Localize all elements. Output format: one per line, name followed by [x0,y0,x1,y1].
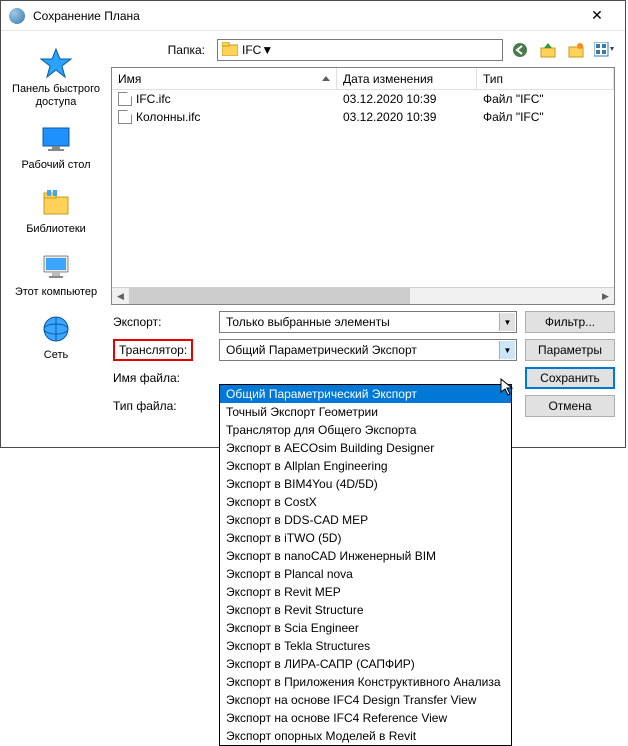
save-dialog: Сохранение Плана ✕ Панель быстрого досту… [0,0,626,448]
col-header-date[interactable]: Дата изменения [337,68,477,90]
star-icon [40,47,72,79]
translator-combo[interactable]: Общий Параметрический Экспорт ▼ [219,339,517,361]
dropdown-option[interactable]: Экспорт опорных Моделей в Revit [220,727,511,745]
file-icon [118,92,132,106]
back-button[interactable] [509,39,531,61]
file-icon [118,110,132,124]
dropdown-option[interactable]: Экспорт в AECOsim Building Designer [220,439,511,457]
dropdown-option[interactable]: Экспорт в iTWO (5D) [220,529,511,547]
dropdown-option[interactable]: Экспорт на основе IFC4 Design Transfer V… [220,691,511,709]
dropdown-option[interactable]: Экспорт в nanoCAD Инженерный BIM [220,547,511,565]
col-header-name[interactable]: Имя [112,68,337,90]
folder-combo[interactable]: IFC ▼ [217,39,503,61]
dropdown-option[interactable]: Транслятор для Общего Экспорта [220,421,511,439]
dropdown-option[interactable]: Экспорт в Приложения Конструктивного Ана… [220,673,511,691]
up-button[interactable] [537,39,559,61]
col-header-type[interactable]: Тип [477,68,614,90]
dropdown-option[interactable]: Экспорт в Allplan Engineering [220,457,511,475]
dropdown-option[interactable]: Экспорт в Scia Engineer [220,619,511,637]
view-menu-button[interactable] [593,39,615,61]
dropdown-option[interactable]: Экспорт в ЛИРА-САПР (САПФИР) [220,655,511,673]
scroll-left-icon[interactable]: ◀ [112,288,129,304]
save-button[interactable]: Сохранить [525,367,615,389]
dropdown-option[interactable]: Экспорт в Plancal nova [220,565,511,583]
cancel-button[interactable]: Отмена [525,395,615,417]
dropdown-option[interactable]: Общий Параметрический Экспорт [220,385,511,403]
sidebar-item-libraries[interactable]: Библиотеки [1,183,111,246]
folder-label: Папка: [111,43,211,57]
sidebar-item-this-pc[interactable]: Этот компьютер [1,246,111,309]
app-icon [9,8,25,24]
file-row[interactable]: IFC.ifc 03.12.2020 10:39 Файл "IFC" [112,90,614,108]
dropdown-option[interactable]: Экспорт в DDS-CAD MEP [220,511,511,529]
close-button[interactable]: ✕ [577,1,617,31]
filter-button[interactable]: Фильтр... [525,311,615,333]
chevron-down-icon: ▼ [499,341,515,359]
filetype-label: Тип файла: [111,399,211,413]
chevron-down-icon: ▼ [261,43,273,57]
dropdown-option[interactable]: Экспорт в Tekla Structures [220,637,511,655]
sidebar-item-desktop[interactable]: Рабочий стол [1,119,111,182]
translator-label: Транслятор: [113,339,193,361]
dropdown-option[interactable]: Экспорт в CostX [220,493,511,511]
sidebar-item-network[interactable]: Сеть [1,309,111,372]
chevron-down-icon: ▼ [499,313,515,331]
export-combo[interactable]: Только выбранные элементы ▼ [219,311,517,333]
parameters-button[interactable]: Параметры [525,339,615,361]
new-folder-button[interactable] [565,39,587,61]
horizontal-scrollbar[interactable]: ◀ ▶ [112,287,614,304]
titlebar: Сохранение Плана ✕ [1,1,625,31]
places-sidebar: Панель быстрого доступа Рабочий стол Биб… [1,31,111,447]
export-label: Экспорт: [111,315,211,329]
libraries-icon [40,187,72,219]
file-row[interactable]: Колонны.ifc 03.12.2020 10:39 Файл "IFC" [112,108,614,126]
filename-label: Имя файла: [111,371,211,385]
translator-dropdown[interactable]: Общий Параметрический ЭкспортТочный Эксп… [219,384,512,746]
network-icon [40,313,72,345]
sidebar-item-quick-access[interactable]: Панель быстрого доступа [1,43,111,119]
window-title: Сохранение Плана [33,9,577,23]
folder-icon [222,42,238,59]
computer-icon [40,250,72,282]
file-list: Имя Дата изменения Тип IFC.ifc 03.12.202… [111,67,615,305]
scroll-right-icon[interactable]: ▶ [597,288,614,304]
dropdown-option[interactable]: Точный Экспорт Геометрии [220,403,511,421]
dropdown-option[interactable]: Экспорт в BIM4You (4D/5D) [220,475,511,493]
desktop-icon [40,123,72,155]
dropdown-option[interactable]: Экспорт в Revit MEP [220,583,511,601]
dropdown-option[interactable]: Экспорт на основе IFC4 Reference View [220,709,511,727]
dropdown-option[interactable]: Экспорт в Revit Structure [220,601,511,619]
